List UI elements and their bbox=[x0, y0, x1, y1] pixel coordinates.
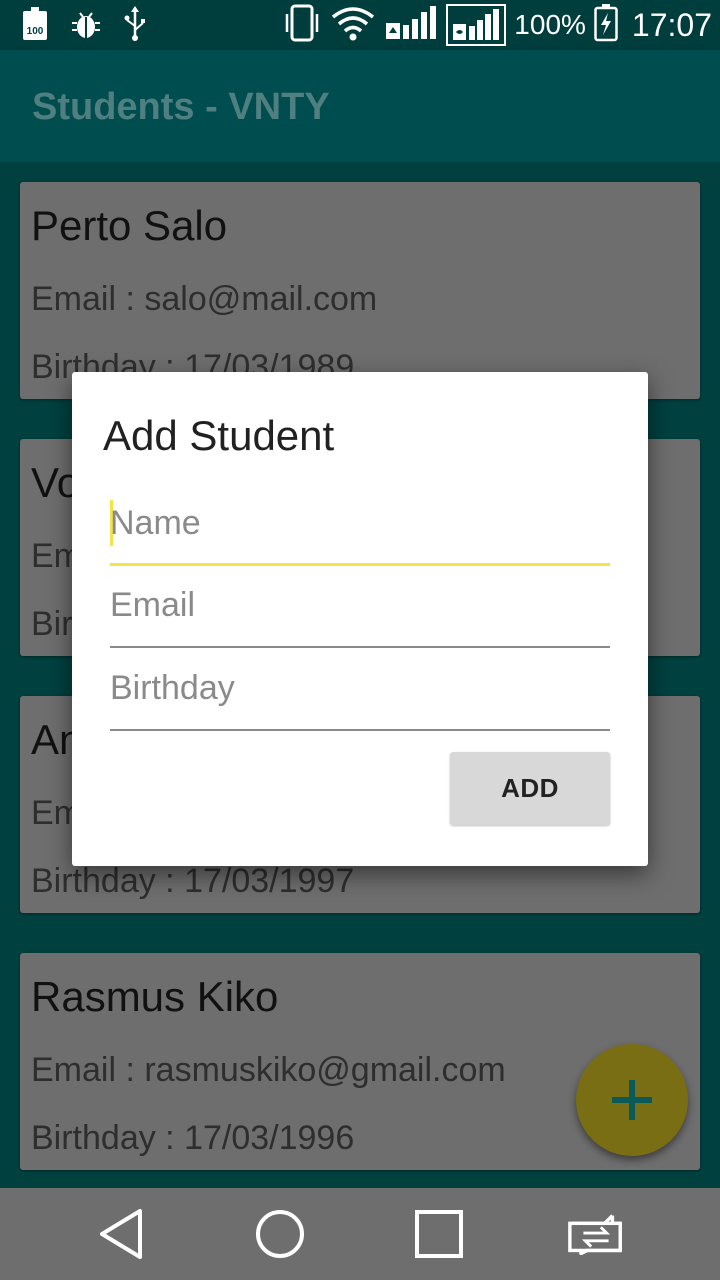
debug-bug-icon bbox=[70, 8, 102, 45]
clock: 17:07 bbox=[631, 6, 712, 43]
wifi-icon bbox=[330, 5, 376, 46]
signal-sim1-icon bbox=[384, 5, 438, 46]
dialog-title: Add Student bbox=[103, 412, 335, 459]
add-student-fab[interactable] bbox=[576, 1044, 688, 1156]
back-button[interactable] bbox=[92, 1206, 152, 1262]
email-placeholder: Email bbox=[110, 586, 196, 624]
add-button[interactable]: ADD bbox=[450, 752, 610, 825]
switch-button[interactable] bbox=[566, 1206, 626, 1262]
student-email: Email : salo@mail.com bbox=[31, 280, 378, 318]
student-email: Email : rasmuskiko@gmail.com bbox=[31, 1051, 506, 1089]
student-name: Perto Salo bbox=[31, 202, 228, 249]
email-underline bbox=[110, 646, 610, 648]
name-underline bbox=[110, 563, 610, 566]
home-icon bbox=[256, 1210, 304, 1258]
student-card[interactable]: Perto Salo Email : salo@mail.com Birthda… bbox=[20, 182, 700, 399]
status-bar: 100 100% 17:07 bbox=[0, 0, 720, 50]
battery-percent: 100% bbox=[514, 9, 586, 40]
back-icon bbox=[100, 1209, 142, 1259]
name-placeholder: Name bbox=[110, 504, 201, 542]
switch-icon bbox=[568, 1214, 622, 1255]
app-title: Students - VNTY bbox=[32, 86, 330, 128]
name-field[interactable]: Name bbox=[110, 496, 610, 566]
vibrate-icon bbox=[282, 4, 322, 47]
plus-icon bbox=[612, 1080, 652, 1120]
home-button[interactable] bbox=[250, 1206, 310, 1262]
charging-battery-icon bbox=[594, 3, 618, 47]
student-name: Rasmus Kiko bbox=[31, 973, 279, 1020]
add-student-dialog: Add Student Name Email Birthday ADD bbox=[72, 372, 648, 866]
student-birthday: Birthday : 17/03/1996 bbox=[31, 1119, 355, 1157]
recents-button[interactable] bbox=[409, 1206, 469, 1262]
recents-icon bbox=[415, 1210, 463, 1258]
navigation-bar bbox=[0, 1188, 720, 1280]
birthday-placeholder: Birthday bbox=[110, 669, 235, 707]
signal-sim2-icon bbox=[446, 4, 507, 46]
email-field[interactable]: Email bbox=[110, 578, 610, 648]
student-birthday: Birthday : 17/03/1997 bbox=[31, 862, 355, 900]
student-birthday: Bir bbox=[31, 605, 73, 643]
app-bar: Students - VNTY bbox=[0, 50, 720, 162]
svg-text:100: 100 bbox=[27, 26, 44, 37]
birthday-field[interactable]: Birthday bbox=[110, 661, 610, 731]
battery-100-icon: 100 bbox=[22, 6, 48, 46]
usb-icon bbox=[124, 5, 146, 47]
birthday-underline bbox=[110, 729, 610, 731]
